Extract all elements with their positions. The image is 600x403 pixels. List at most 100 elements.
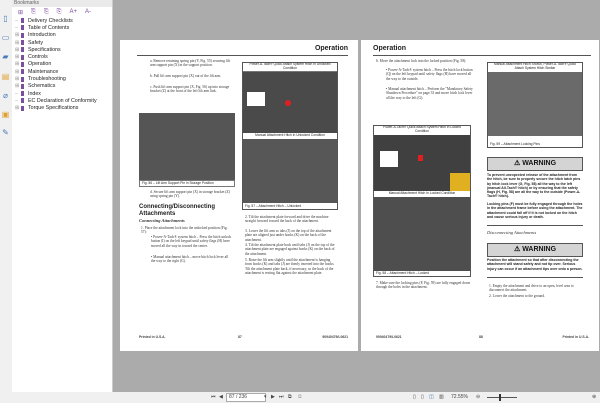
- continuous-facing-icon[interactable]: ▥: [439, 394, 444, 401]
- figure-59: Manual Attachment Hitch Shown, Power-A-T…: [487, 62, 583, 148]
- footer-left: 90940479/L0621: [376, 335, 402, 339]
- bookmark-icon[interactable]: ⎘: [44, 9, 49, 16]
- warning-text: To prevent unexpected release of the att…: [487, 173, 581, 199]
- warning-text: Locking pins (F) must be fully engaged t…: [487, 202, 583, 219]
- bookmark-icon: [21, 47, 24, 53]
- zoom-in-icon[interactable]: ⊕: [592, 394, 596, 401]
- hitch-photo: [243, 72, 337, 133]
- font-smaller-icon[interactable]: A-: [85, 9, 91, 15]
- bullet: • Manual attachment hitch – move hitch l…: [151, 255, 229, 264]
- attachment-icon[interactable]: ⌀: [1, 91, 10, 100]
- bookmark-label: Operation: [28, 61, 52, 68]
- bookmark-label: Schematics: [28, 83, 56, 90]
- step-3: 3. Lower the lift arm so tabs (J) on the…: [245, 229, 332, 242]
- bookmark-icon: [21, 18, 24, 24]
- bookmark-label: Index: [28, 90, 41, 97]
- figure-header: Power-A-Tach® Quick Attach System Hitch …: [243, 63, 337, 72]
- figure-56-photo: [139, 113, 235, 184]
- footer-right: Printed in U.S.A.: [562, 335, 589, 339]
- add-bookmark-icon[interactable]: ⎘: [31, 9, 36, 16]
- document-view[interactable]: Operation a. Remove retaining spring pin…: [113, 0, 600, 392]
- bookmark-icon: [21, 54, 24, 60]
- bookmark-label: Specifications: [28, 46, 61, 53]
- figure-caption: Fig. 58 – Attachment Hitch – Locked: [374, 271, 470, 276]
- step-c: c. Push lift arm support pin (X, Fig. 56…: [150, 85, 230, 94]
- bookmark-item[interactable]: ⊞ Safety: [12, 39, 112, 46]
- footer-left: Printed in U.S.A.: [139, 335, 166, 339]
- bookmark-item[interactable]: ⊞ Maintenance: [12, 68, 112, 75]
- figure-57: Power-A-Tach® Quick Attach System Hitch …: [242, 62, 338, 210]
- bookmark-label: Torque Specifications: [28, 105, 79, 112]
- section-title: Operation: [314, 45, 348, 52]
- panel-title: Bookmarks: [12, 0, 112, 7]
- bookmark-label: Troubleshooting: [28, 76, 66, 83]
- bookmark-label: Safety: [28, 39, 44, 46]
- single-page-icon[interactable]: ▯: [413, 394, 416, 401]
- signature-icon[interactable]: ✎: [1, 128, 10, 137]
- bookmark-label: EC Declaration of Conformity: [28, 97, 97, 104]
- page-88: Operation 6. Move the attachment lock in…: [361, 40, 599, 351]
- bullet: • Manual attachment hitch – Perform the …: [386, 87, 473, 100]
- previous-view-icon[interactable]: ⧉: [288, 394, 292, 401]
- bookmark-item[interactable]: ┄ EC Declaration of Conformity: [12, 97, 112, 104]
- bookmark-item[interactable]: ┄ Delivery Checklists: [12, 17, 112, 24]
- previous-page-icon[interactable]: ◀: [219, 394, 223, 401]
- step-7: 7. Make sure the locking pins (F, Fig. 5…: [376, 281, 471, 290]
- page-thumbnail-icon[interactable]: ▯: [1, 14, 10, 23]
- subheading: Connecting Attachments: [139, 218, 185, 223]
- next-view-icon[interactable]: ⧉: [298, 394, 302, 401]
- section-heading: Connecting/Disconnecting Attachments: [139, 204, 216, 217]
- bookmark-icon: [21, 91, 24, 97]
- bookmarks-icon[interactable]: ▭: [1, 33, 10, 42]
- bookmark-item[interactable]: ⊞ Troubleshooting: [12, 75, 112, 82]
- step-1: 1. Place the attachment lock into the un…: [141, 226, 228, 235]
- figure-header: Manual Attachment Hitch in Locked Condit…: [374, 191, 470, 196]
- zoom-level[interactable]: 72.55%: [451, 394, 468, 401]
- step-4: 4. Tilt the attachment plate back until …: [245, 243, 335, 256]
- zoom-slider-thumb[interactable]: [499, 394, 501, 401]
- subheading: Disconnecting Attachments: [487, 230, 537, 235]
- bookmark-icon: [21, 32, 24, 38]
- expand-all-icon[interactable]: ⊞: [18, 9, 23, 16]
- figure-caption: Fig. 59 – Attachment Locking Pins: [488, 142, 582, 147]
- page-number: 88: [479, 335, 483, 339]
- facing-pages-icon[interactable]: ◫: [429, 394, 434, 401]
- bookmark-icon: [21, 105, 24, 111]
- bookmark-icon[interactable]: ⎘: [57, 9, 62, 16]
- layers-icon[interactable]: ▰: [1, 52, 10, 61]
- continuous-page-icon[interactable]: ▯: [421, 394, 424, 401]
- bookmark-item[interactable]: ┄ Index: [12, 90, 112, 97]
- bookmark-label: Introduction: [28, 32, 56, 39]
- bookmark-item[interactable]: ┄ Table of Contents: [12, 24, 112, 31]
- bullet: • Power-A-Tach® system hitch – Press the…: [386, 68, 473, 81]
- status-bar: ⏮ ◀ 87 / 236 ▾ ▶ ⏭ ⧉ ⧉ ▯ ▯ ◫ ▥ 72.55% ⊖ …: [0, 392, 600, 403]
- step-2: 2. Lower the attachment to the ground.: [489, 294, 545, 298]
- page-dropdown-icon[interactable]: ▾: [264, 394, 267, 401]
- bookmark-item[interactable]: ⊞ Torque Specifications: [12, 105, 112, 112]
- zoom-out-icon[interactable]: ⊖: [476, 394, 480, 401]
- step-b: b. Pull lift arm support pin (X) out of …: [150, 74, 222, 78]
- warning-banner: ⚠ WARNING: [487, 243, 583, 257]
- page-number-input[interactable]: 87 / 236: [226, 393, 266, 402]
- bullet: • Power-A-Tach® system hitch – Press the…: [151, 235, 232, 248]
- comments-icon[interactable]: ▤: [1, 72, 10, 81]
- bookmark-label: Table of Contents: [28, 24, 70, 31]
- step-1: 1. Empty the attachment and drive to an …: [489, 284, 574, 293]
- step-d: d. Secure lift arm support pin (X) in st…: [150, 190, 230, 199]
- bookmark-item[interactable]: ⊞ Introduction: [12, 32, 112, 39]
- hitch-photo: [374, 135, 470, 191]
- bookmark-icon: [21, 83, 24, 89]
- next-page-icon[interactable]: ▶: [271, 394, 275, 401]
- bookmark-item[interactable]: ⊞ Operation: [12, 61, 112, 68]
- last-page-icon[interactable]: ⏭: [279, 394, 284, 401]
- zoom-slider[interactable]: [487, 394, 517, 401]
- bookmark-item[interactable]: ⊞ Specifications: [12, 46, 112, 53]
- first-page-icon[interactable]: ⏮: [211, 394, 216, 401]
- bookmark-item[interactable]: ⊞ Schematics: [12, 83, 112, 90]
- bookmark-item[interactable]: ⊞ Controls: [12, 53, 112, 60]
- warning-text: Position the attachment so that after di…: [487, 258, 583, 271]
- bookmark-icon: [21, 40, 24, 46]
- font-larger-icon[interactable]: A+: [69, 9, 77, 15]
- lock-icon[interactable]: ▣: [1, 110, 10, 119]
- page-number: 87: [238, 335, 242, 339]
